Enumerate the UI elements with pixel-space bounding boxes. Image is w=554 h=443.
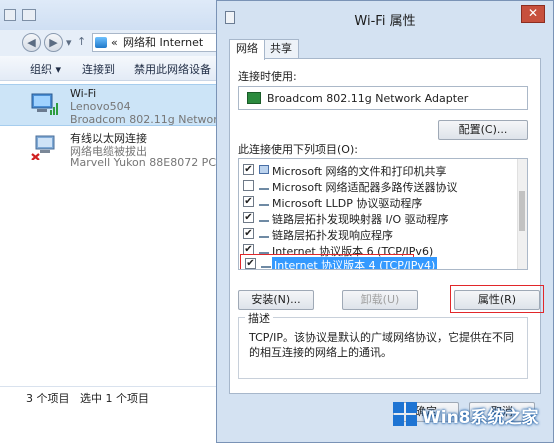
dialog-title: Wi-Fi 属性 — [354, 14, 416, 29]
connect-to-button[interactable]: 连接到 — [82, 61, 115, 77]
network-folder-icon — [95, 37, 107, 48]
wireless-adapter-icon — [31, 93, 58, 115]
watermark: Win8系统之家 — [392, 397, 554, 435]
protocol-icon — [259, 245, 269, 254]
description-label: 描述 — [245, 310, 273, 326]
item-count: 3 个项目 — [26, 392, 70, 405]
close-button[interactable]: ✕ — [521, 5, 545, 23]
item-checkbox[interactable]: ✔ — [243, 196, 254, 207]
watermark-text: Win8系统之家 — [422, 408, 539, 428]
address-bar: ◀ ▶ ▾ ↑ « 网络和 Internet ▸ — [0, 30, 230, 57]
status-bar: 3 个项目 选中 1 个项目 — [0, 386, 230, 406]
item-checkbox[interactable] — [243, 180, 254, 191]
description-group: 描述 TCP/IP。该协议是默认的广域网络协议，它提供在不同的相互连接的网络上的… — [238, 310, 528, 379]
uninstall-button[interactable]: 卸载(U) — [342, 290, 418, 310]
item-checkbox[interactable]: ✔ — [243, 244, 254, 255]
description-text: TCP/IP。该协议是默认的广域网络协议，它提供在不同的相互连接的网络上的通讯。 — [249, 331, 514, 359]
network-connections-window: ◀ ▶ ▾ ↑ « 网络和 Internet ▸ 组织 ▾ 连接到 禁用此网络设… — [0, 0, 245, 406]
connect-using-label: 连接时使用: — [238, 70, 297, 83]
item-checkbox[interactable]: ✔ — [245, 258, 256, 269]
explorer-toolbar: 组织 ▾ 连接到 禁用此网络设备 — [0, 56, 230, 81]
forward-arrow-icon[interactable]: ▶ — [44, 33, 63, 52]
install-button[interactable]: 安装(N)... — [238, 290, 314, 310]
configure-button[interactable]: 配置(C)... — [438, 120, 528, 140]
protocol-icon — [259, 229, 269, 238]
disable-device-button[interactable]: 禁用此网络设备 — [134, 61, 211, 77]
connection-item-ethernet[interactable]: 有线以太网连接 网络电缆被拔出 Marvell Yukon 88E8072 PC… — [0, 128, 244, 170]
connection-item-wifi[interactable]: Wi-Fi Lenovo504 Broadcom 802.11g Network… — [0, 84, 245, 126]
back-arrow-icon[interactable]: ◀ — [22, 33, 41, 52]
item-checkbox[interactable]: ✔ — [243, 164, 254, 175]
properties-button[interactable]: 属性(R) — [454, 290, 540, 310]
list-item[interactable]: ✔ 链路层拓扑发现映射器 I/O 驱动程序 — [239, 209, 519, 226]
address-input[interactable]: « 网络和 Internet ▸ — [92, 33, 228, 52]
list-item-ipv4[interactable]: ✔ Internet 协议版本 4 (TCP/IPv4) — [240, 254, 438, 269]
breadcrumb-overflow[interactable]: « — [111, 34, 118, 51]
item-label: Internet 协议版本 4 (TCP/IPv4) — [272, 257, 438, 269]
list-item[interactable]: Microsoft 网络适配器多路传送器协议 — [239, 177, 519, 194]
wifi-properties-dialog: Wi-Fi 属性 ✕ 网络 共享 连接时使用: Broadcom 802.11g… — [216, 0, 554, 443]
item-checkbox[interactable]: ✔ — [243, 212, 254, 223]
quick-access-icon[interactable] — [22, 9, 36, 21]
file-sharing-icon — [259, 165, 269, 174]
list-item[interactable]: ✔ Microsoft LLDP 协议驱动程序 — [239, 193, 519, 210]
recent-dropdown-icon[interactable]: ▾ — [66, 36, 72, 49]
organize-button[interactable]: 组织 ▾ — [30, 61, 61, 77]
ethernet-adapter-icon — [31, 135, 55, 160]
windows-logo-icon — [393, 402, 417, 426]
adapter-name: Broadcom 802.11g Network Adapter — [267, 92, 469, 105]
window-icon — [4, 9, 16, 21]
items-label: 此连接使用下列项目(O): — [238, 143, 358, 156]
list-item[interactable]: ✔ 链路层拓扑发现响应程序 — [239, 225, 519, 242]
network-adapter-icon — [247, 92, 261, 104]
selected-count: 选中 1 个项目 — [80, 392, 149, 405]
dialog-titlebar: Wi-Fi 属性 ✕ — [217, 1, 553, 35]
protocol-icon — [259, 213, 269, 222]
scrollbar-thumb[interactable] — [519, 191, 525, 231]
tab-sharing[interactable]: 共享 — [263, 39, 299, 59]
list-scrollbar[interactable] — [517, 159, 527, 269]
protocol-icon — [259, 197, 269, 206]
breadcrumb[interactable]: 网络和 Internet — [123, 34, 203, 51]
list-item[interactable]: ✔ Microsoft 网络的文件和打印机共享 — [239, 161, 519, 178]
explorer-titlebar — [0, 0, 230, 31]
protocol-icon — [259, 181, 269, 190]
network-tab-panel: 连接时使用: Broadcom 802.11g Network Adapter … — [229, 58, 544, 394]
tab-network[interactable]: 网络 — [229, 39, 265, 60]
item-checkbox[interactable]: ✔ — [243, 228, 254, 239]
items-list: ✔ Microsoft 网络的文件和打印机共享 Microsoft 网络适配器多… — [238, 158, 528, 270]
adapter-field: Broadcom 802.11g Network Adapter — [238, 86, 528, 110]
up-arrow-icon[interactable]: ↑ — [77, 35, 86, 48]
protocol-icon — [261, 259, 271, 268]
connection-name: Wi-Fi — [70, 87, 97, 100]
connection-status: Lenovo504 — [70, 100, 131, 113]
